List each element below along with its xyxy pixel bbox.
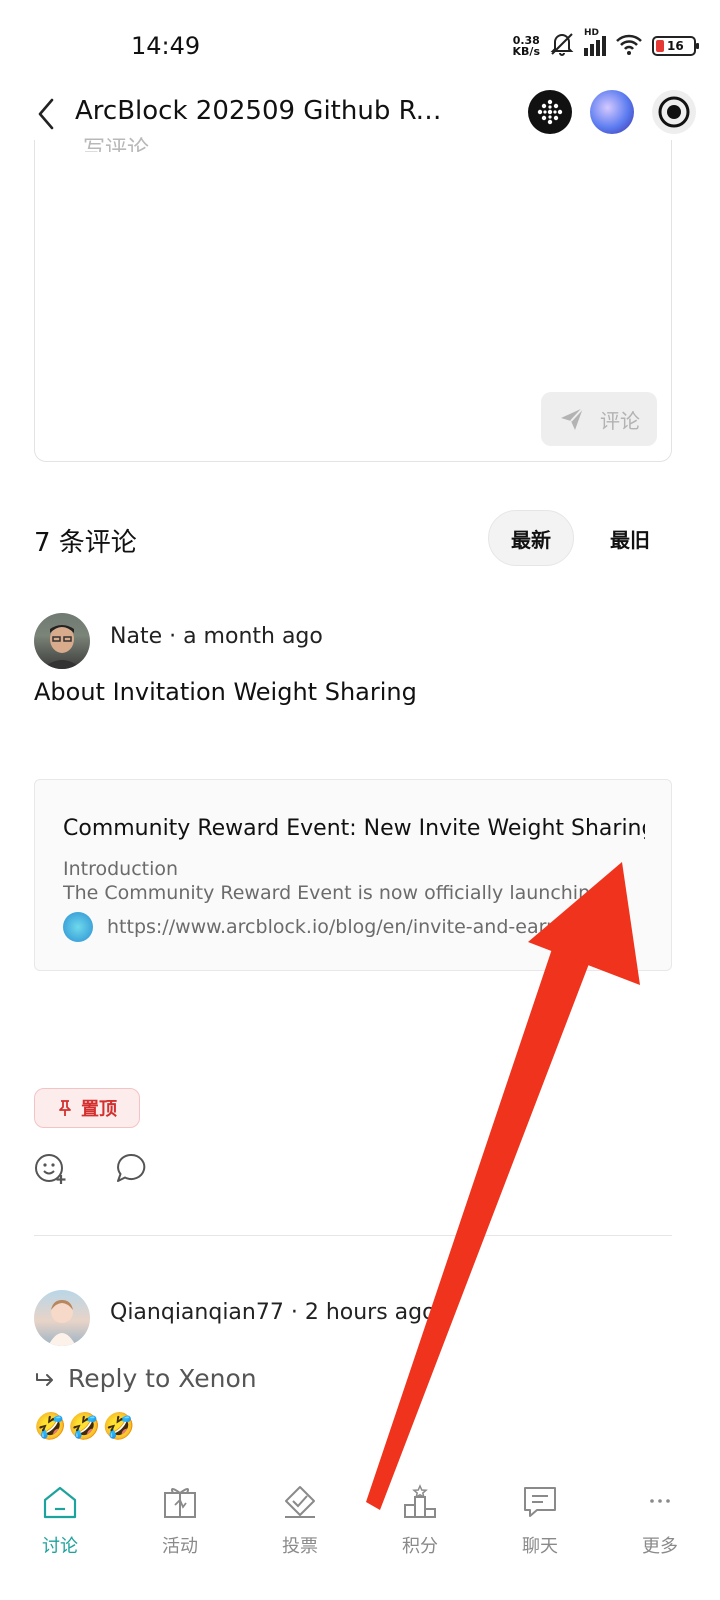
comment-editor[interactable]: 写评论 评论	[34, 137, 672, 462]
status-icons: 0.38 KB/s HD 16	[512, 28, 699, 62]
app-logo-button[interactable]	[528, 90, 572, 134]
dots-grid-icon	[537, 99, 563, 125]
nav-activities[interactable]: 活动	[120, 1470, 240, 1600]
sort-oldest-tab[interactable]: 最旧	[588, 510, 672, 566]
avatar[interactable]	[34, 1290, 90, 1346]
more-icon	[640, 1482, 680, 1522]
avatar[interactable]	[34, 613, 90, 669]
leaderboard-icon	[400, 1482, 440, 1522]
record-icon	[658, 96, 690, 128]
card-description: The Community Reward Event is now offici…	[63, 882, 621, 904]
divider	[34, 1235, 672, 1236]
card-url-row: https://www.arcblock.io/blog/en/invite-a…	[63, 912, 641, 942]
send-icon	[561, 407, 584, 430]
card-title: Community Reward Event: New Invite Weigh…	[63, 816, 645, 841]
comment-meta: Qianqianqian77 · 2 hours ago	[110, 1300, 436, 1325]
signal-icon: HD	[584, 28, 606, 56]
speech-bubble-icon	[117, 1153, 146, 1182]
chevron-left-icon	[38, 98, 54, 130]
nav-points[interactable]: 积分	[360, 1470, 480, 1600]
comment-emojis: 🤣🤣🤣	[34, 1412, 138, 1442]
status-time: 14:49	[131, 32, 201, 60]
mute-bell-icon	[548, 30, 576, 62]
nav-discussion[interactable]: 讨论	[0, 1470, 120, 1600]
pinned-badge: 置顶	[34, 1088, 140, 1128]
editor-placeholder: 写评论	[83, 137, 150, 152]
home-icon	[40, 1482, 80, 1522]
submit-label: 评论	[600, 408, 640, 433]
add-reaction-button[interactable]	[34, 1151, 68, 1185]
reply-to-link[interactable]: Reply to Xenon	[34, 1364, 257, 1393]
reply-to-label: Reply to Xenon	[68, 1364, 257, 1393]
wifi-icon	[614, 32, 644, 60]
comment-text: About Invitation Weight Sharing	[34, 678, 417, 706]
gift-icon	[160, 1482, 200, 1522]
smiley-plus-icon	[35, 1154, 66, 1184]
reply-arrow-icon	[36, 1372, 53, 1386]
link-preview-card[interactable]: Community Reward Event: New Invite Weigh…	[34, 779, 672, 971]
arcblock-favicon-icon	[63, 912, 93, 942]
card-subtitle: Introduction	[63, 858, 179, 880]
user-avatar-button[interactable]	[590, 90, 634, 134]
pin-icon	[59, 1100, 71, 1116]
reply-button[interactable]	[114, 1151, 148, 1185]
chat-icon	[520, 1482, 560, 1522]
page-title: ArcBlock 202509 Github Re…	[75, 96, 455, 126]
vote-icon	[280, 1482, 320, 1522]
comments-count: 7 条评论	[34, 528, 137, 558]
battery-icon: 16	[652, 36, 699, 56]
nav-chat[interactable]: 聊天	[480, 1470, 600, 1600]
network-speed: 0.38 KB/s	[512, 34, 540, 58]
record-button[interactable]	[652, 90, 696, 134]
comment-meta: Nate · a month ago	[110, 624, 323, 649]
sort-newest-tab[interactable]: 最新	[488, 510, 574, 566]
back-button[interactable]	[30, 94, 64, 134]
sort-tabs: 最新 最旧	[488, 510, 672, 566]
status-bar: 14:49 0.38 KB/s HD 16	[0, 0, 720, 80]
nav-vote[interactable]: 投票	[240, 1470, 360, 1600]
card-url: https://www.arcblock.io/blog/en/invite-a…	[107, 916, 577, 938]
submit-comment-button[interactable]: 评论	[541, 392, 657, 446]
header-actions	[528, 90, 696, 134]
pinned-label: 置顶	[81, 1099, 117, 1120]
bottom-nav: 讨论 活动 投票 积分 聊天 更多	[0, 1470, 720, 1600]
nav-more[interactable]: 更多	[600, 1470, 720, 1600]
